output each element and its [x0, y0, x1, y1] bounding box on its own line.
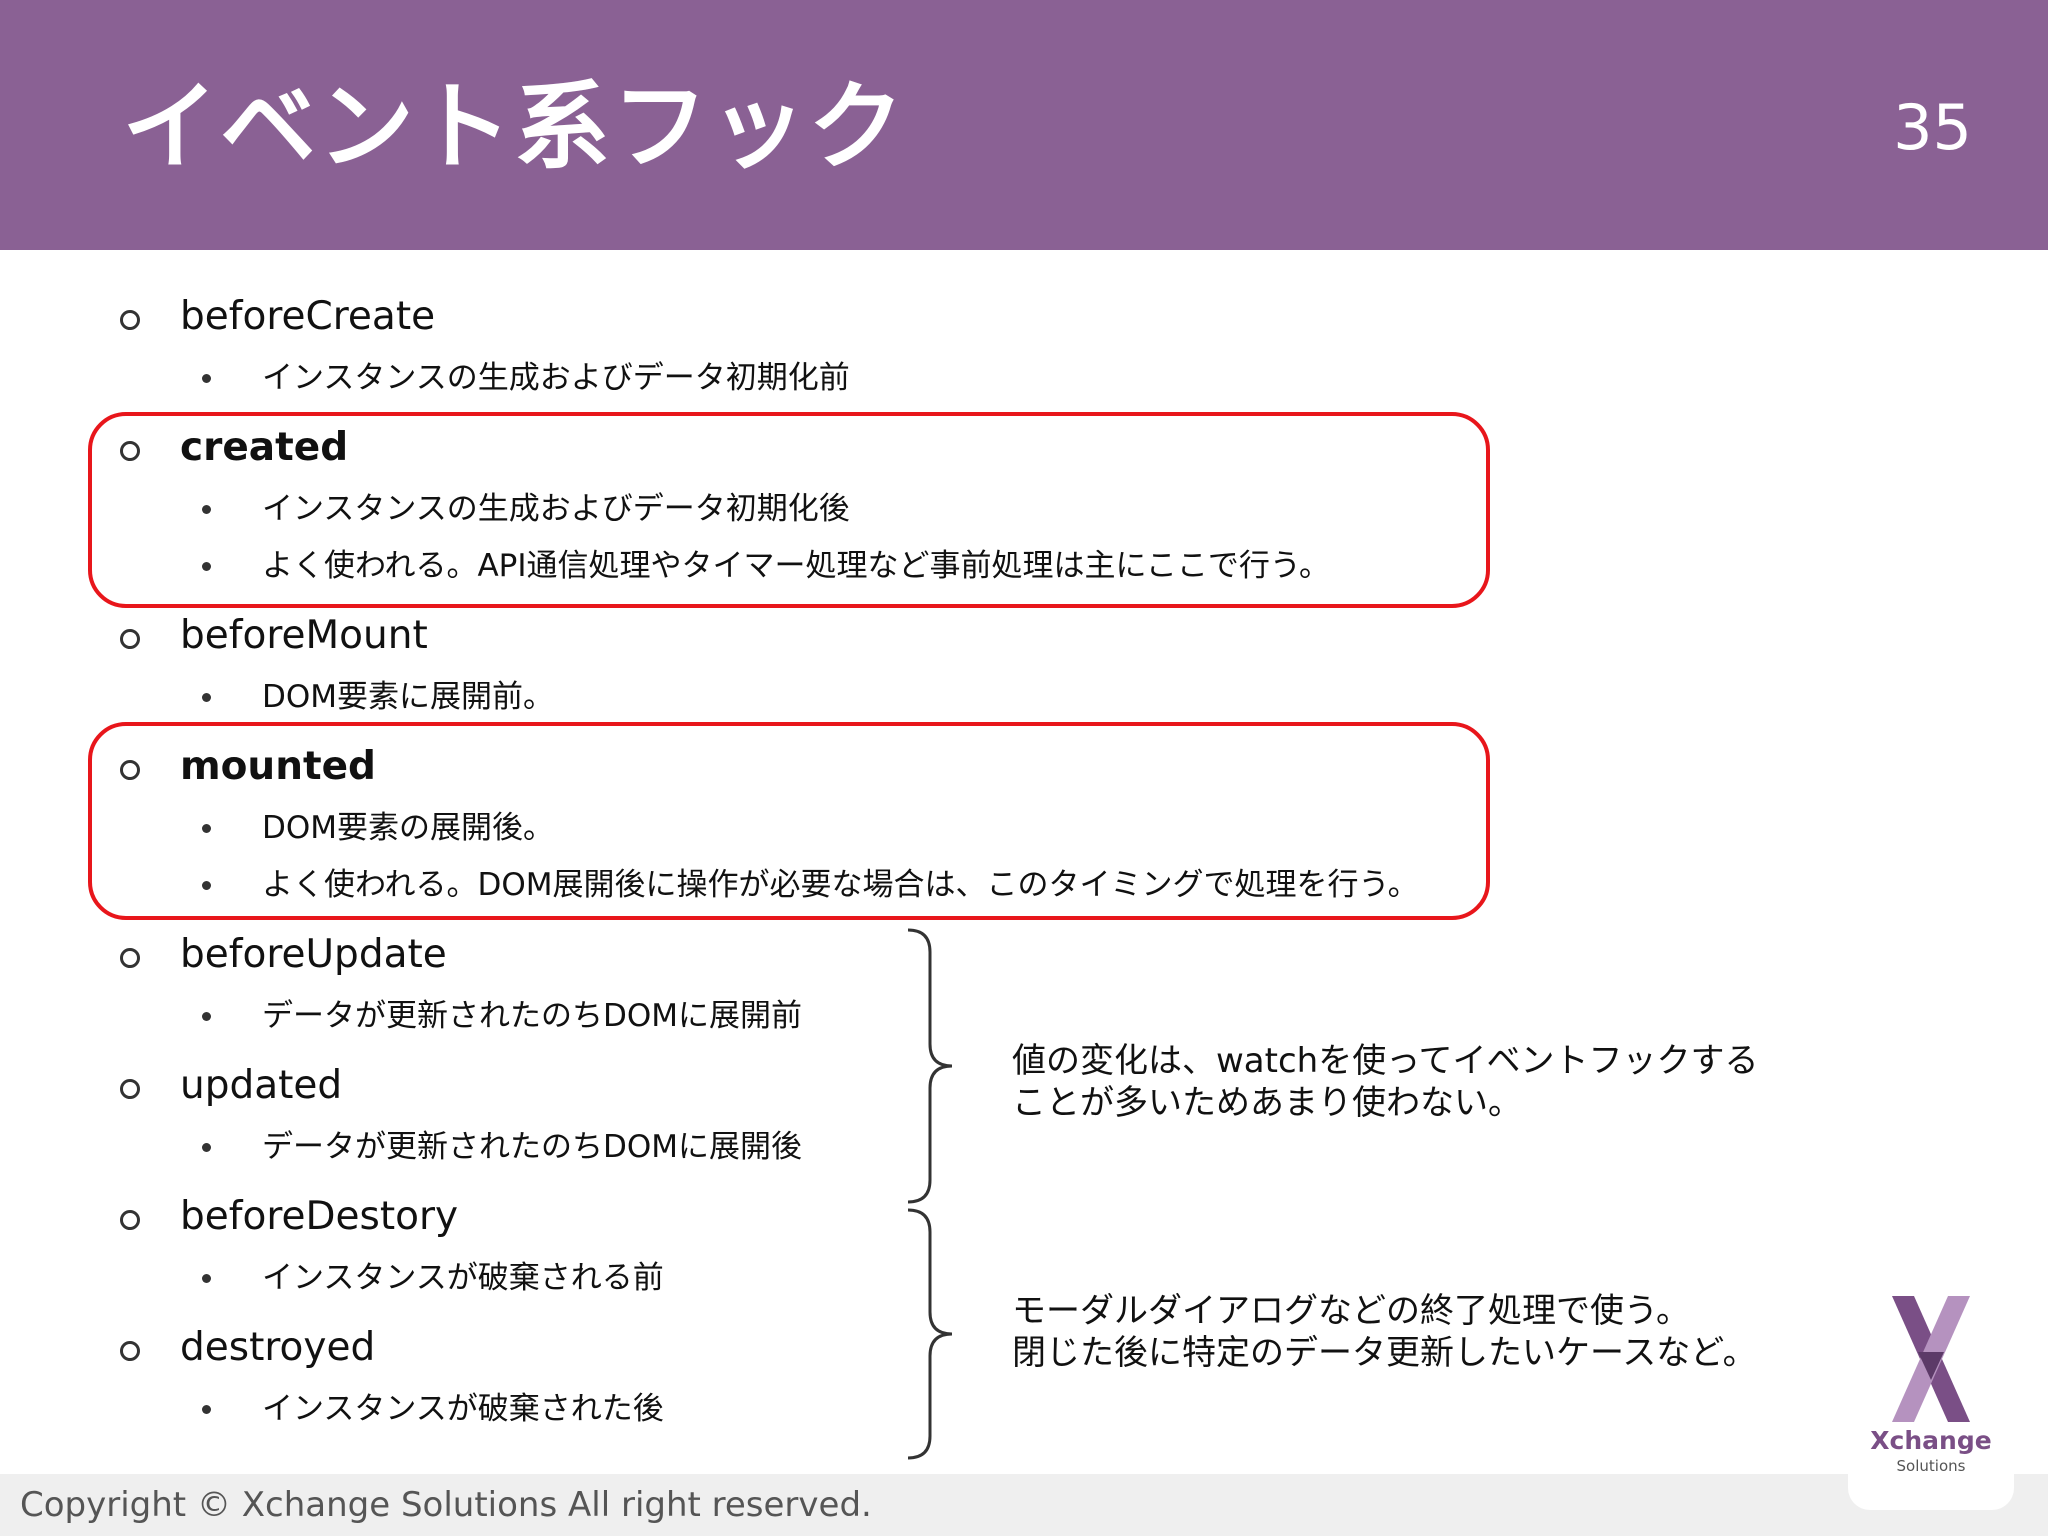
hook-bullet-icon: [120, 760, 140, 780]
desc-bullet-icon: [202, 693, 211, 702]
hook-bullet-icon: [120, 310, 140, 330]
xchange-logo-icon: [1892, 1296, 1970, 1422]
hook-desc: よく使われる。API通信処理やタイマー処理など事前処理は主にここで行う。: [262, 548, 1331, 584]
hook-name-destroyed: destroyed: [180, 1325, 376, 1370]
desc-bullet-icon: [202, 505, 211, 514]
hook-bullet-icon: [120, 1341, 140, 1361]
hook-desc: インスタンスが破棄された後: [262, 1391, 664, 1427]
note-destroy: モーダルダイアログなどの終了処理で使う。 閉じた後に特定のデータ更新したいケース…: [1012, 1290, 1757, 1374]
logo-sub: Solutions: [1896, 1457, 1966, 1475]
hook-desc: DOM要素の展開後。: [262, 810, 555, 846]
desc-bullet-icon: [202, 374, 211, 383]
brace-destroy-icon: [907, 1208, 953, 1460]
hook-desc: DOM要素に展開前。: [262, 679, 555, 715]
brace-update-icon: [907, 928, 953, 1204]
hook-desc: よく使われる。DOM展開後に操作が必要な場合は、このタイミングで処理を行う。: [262, 867, 1419, 903]
hook-desc: インスタンスの生成およびデータ初期化前: [262, 360, 850, 396]
hook-bullet-icon: [120, 1210, 140, 1230]
hook-name-beforedestory: beforeDestory: [180, 1194, 459, 1239]
desc-bullet-icon: [202, 824, 211, 833]
desc-bullet-icon: [202, 1274, 211, 1283]
hook-name-updated: updated: [180, 1063, 343, 1108]
desc-bullet-icon: [202, 1012, 211, 1021]
logo-name: Xchange: [1870, 1426, 1992, 1455]
hook-bullet-icon: [120, 441, 140, 461]
company-logo: Xchange Solutions: [1848, 1280, 2014, 1510]
note-line: ことが多いためあまり使わない。: [1012, 1083, 1522, 1123]
copyright: Copyright © Xchange Solutions All right …: [20, 1485, 872, 1525]
hook-bullet-icon: [120, 948, 140, 968]
desc-bullet-icon: [202, 881, 211, 890]
hook-bullet-icon: [120, 629, 140, 649]
hook-desc: インスタンスが破棄される前: [262, 1260, 664, 1296]
hook-desc: データが更新されたのちDOMに展開後: [262, 1129, 803, 1165]
note-line: 値の変化は、watchを使ってイベントフックする: [1012, 1041, 1759, 1081]
hook-name-beforemount: beforeMount: [180, 613, 428, 658]
hook-name-created: created: [180, 425, 349, 470]
hook-name-mounted: mounted: [180, 744, 376, 789]
desc-bullet-icon: [202, 562, 211, 571]
hook-desc: データが更新されたのちDOMに展開前: [262, 998, 803, 1034]
desc-bullet-icon: [202, 1405, 211, 1414]
hook-name-beforeupdate: beforeUpdate: [180, 932, 447, 977]
note-line: モーダルダイアログなどの終了処理で使う。: [1012, 1291, 1690, 1331]
note-line: 閉じた後に特定のデータ更新したいケースなど。: [1012, 1333, 1757, 1373]
note-update: 値の変化は、watchを使ってイベントフックする ことが多いためあまり使わない。: [1012, 1040, 1759, 1124]
desc-bullet-icon: [202, 1143, 211, 1152]
hook-name-beforecreate: beforeCreate: [180, 294, 436, 339]
hook-bullet-icon: [120, 1079, 140, 1099]
hook-desc: インスタンスの生成およびデータ初期化後: [262, 491, 850, 527]
